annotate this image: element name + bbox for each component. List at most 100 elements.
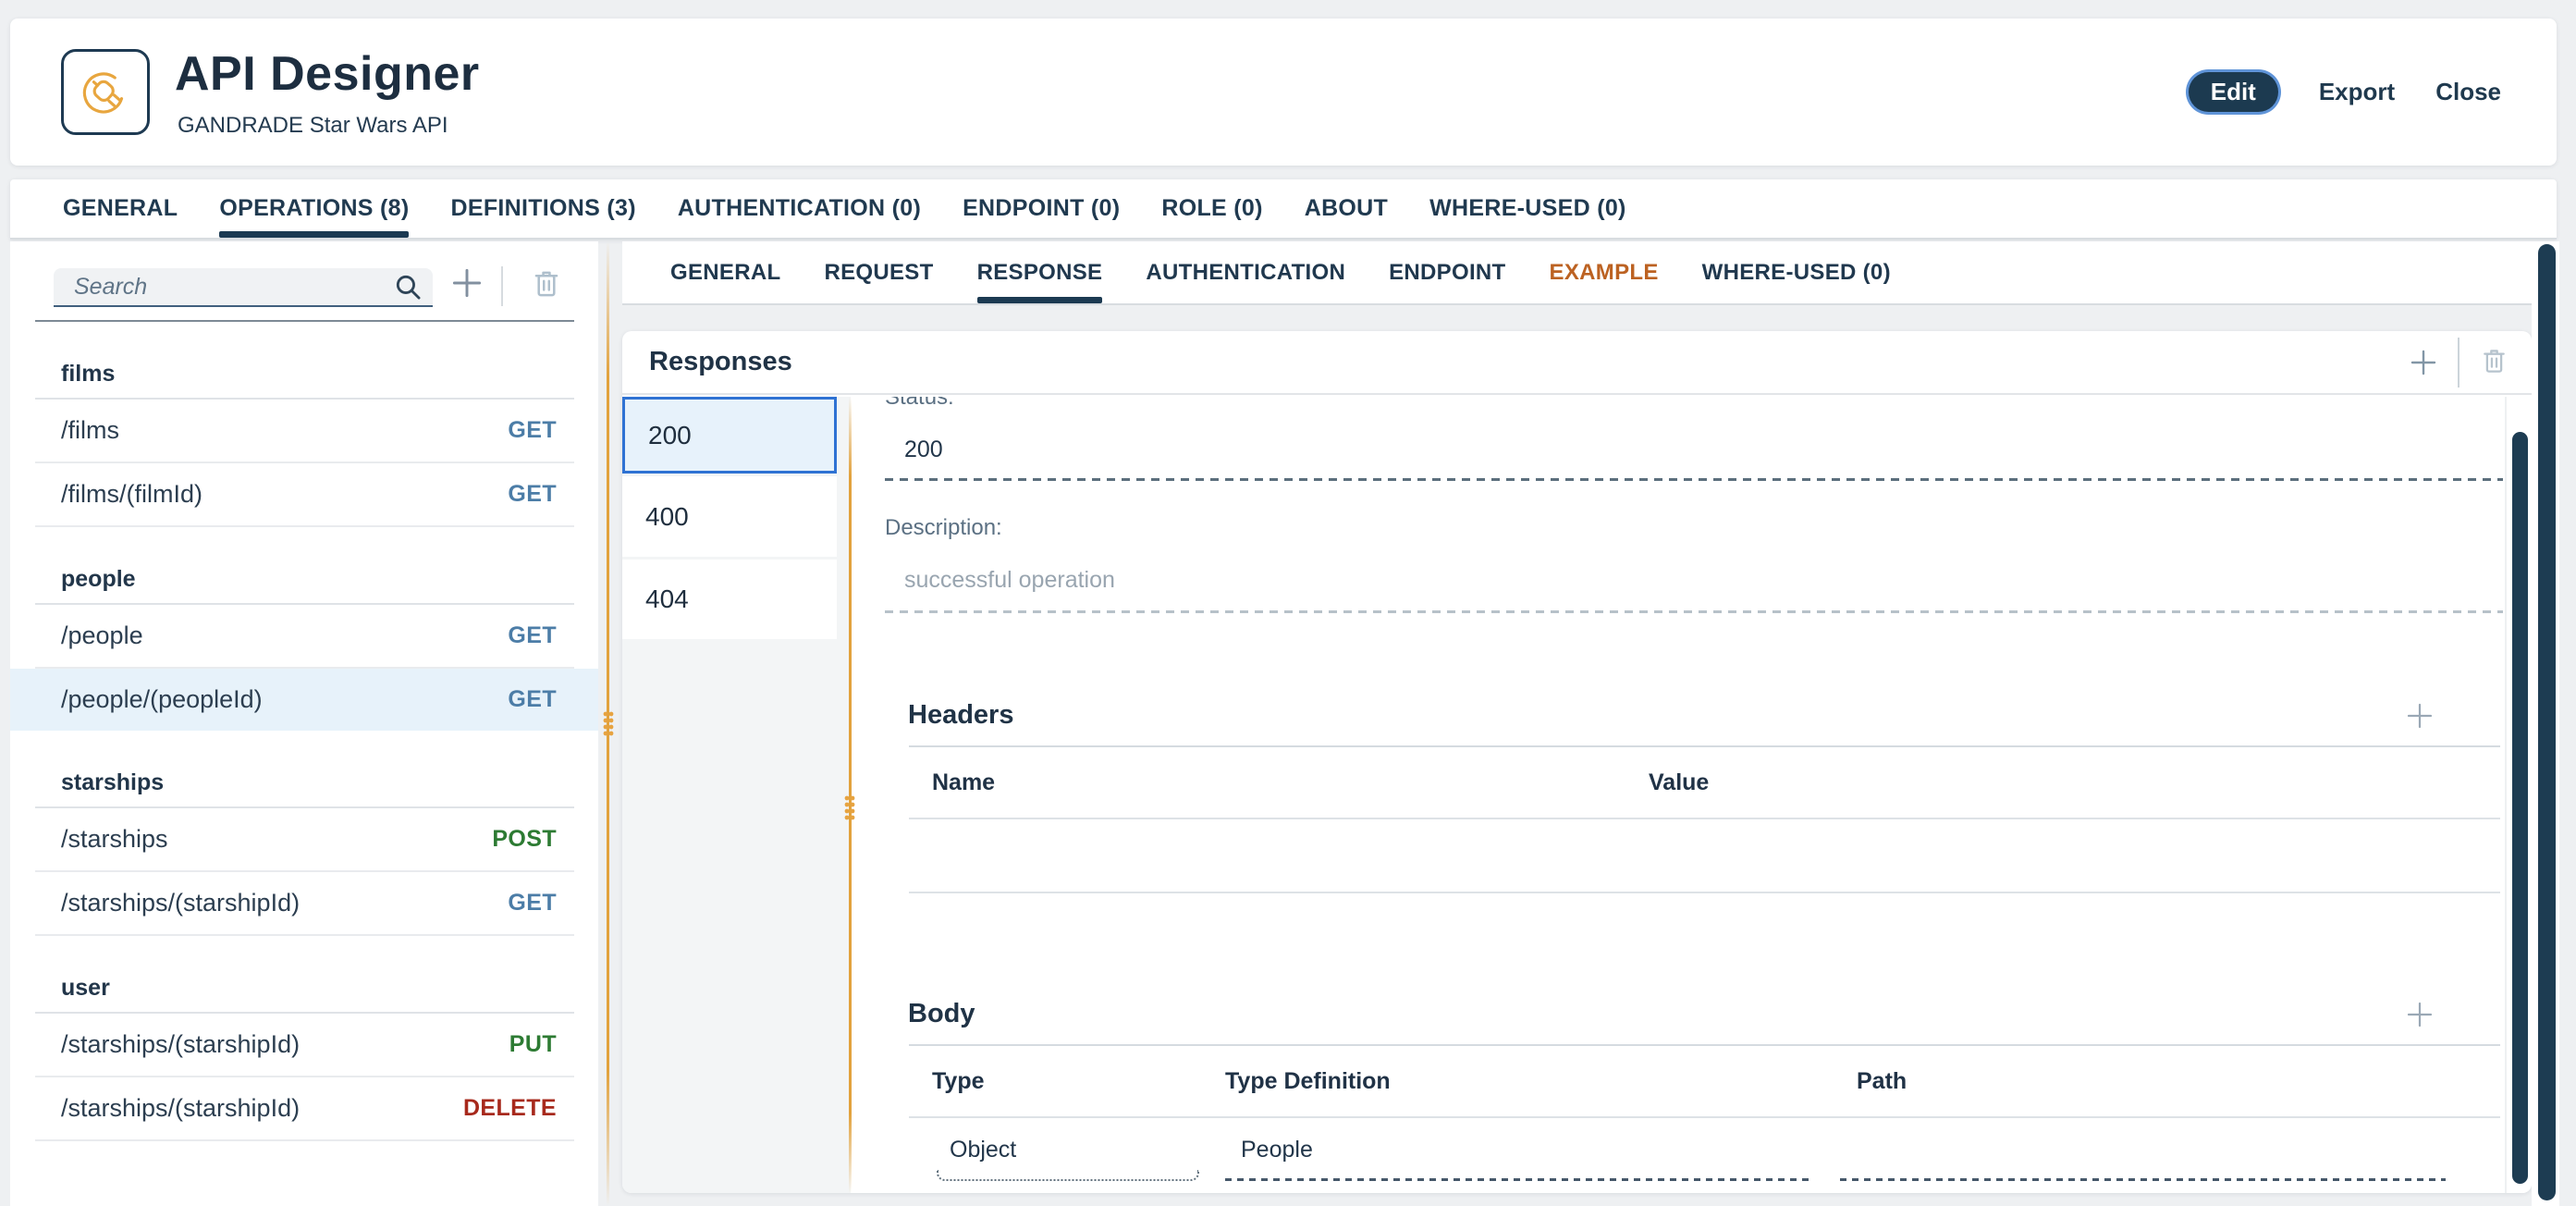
operation-item[interactable]: /starships/(starshipId) GET: [10, 872, 598, 934]
operations-sidebar: films /films GET /films/(filmId) GET peo…: [10, 241, 598, 1206]
add-header-button[interactable]: [2406, 702, 2434, 730]
description-field[interactable]: successful operation: [904, 566, 2503, 594]
body-table-row: Object People: [909, 1118, 2503, 1181]
type-definition-underline: [1225, 1178, 1814, 1181]
operation-item[interactable]: /people GET: [10, 605, 598, 667]
body-type-select[interactable]: Object: [909, 1137, 1225, 1170]
toolbar-divider: [501, 266, 503, 306]
delete-response-button[interactable]: [2480, 347, 2509, 377]
operation-item[interactable]: /starships POST: [10, 808, 598, 870]
plus-icon: [452, 268, 482, 298]
main-tabbar: GENERAL OPERATIONS (8) DEFINITIONS (3) A…: [10, 179, 2557, 240]
plus-icon: [2407, 703, 2433, 728]
optab-request[interactable]: REQUEST: [824, 241, 933, 303]
responses-panel-header: Responses: [622, 331, 2532, 395]
tab-where-used[interactable]: WHERE-USED (0): [1429, 179, 1626, 238]
body-path-field[interactable]: [1857, 1137, 2503, 1170]
status-label: Status:: [885, 397, 954, 410]
toolbar-underline: [35, 320, 574, 322]
status-card-400[interactable]: 400: [622, 476, 837, 557]
panel-toolbar-divider: [2458, 337, 2459, 388]
status-field-underline: [885, 478, 2503, 481]
method-badge: GET: [508, 890, 557, 916]
trash-icon: [2484, 350, 2505, 373]
optab-general[interactable]: GENERAL: [670, 241, 780, 303]
group-label: people: [61, 566, 136, 592]
grip-dots-icon: [603, 711, 614, 736]
search-field: [54, 268, 433, 307]
headers-table-head: Name Value: [909, 747, 2503, 818]
operation-group-starships: starships /starships POST /starships/(st…: [10, 769, 598, 936]
method-badge: GET: [508, 622, 557, 648]
close-button[interactable]: Close: [2435, 78, 2501, 106]
search-icon[interactable]: [394, 273, 423, 302]
app-header: API Designer GANDRADE Star Wars API Edit…: [10, 18, 2557, 166]
status-value-field[interactable]: 200: [904, 436, 2503, 463]
operation-item[interactable]: /starships/(starshipId) DELETE: [10, 1077, 598, 1139]
description-label: Description:: [885, 515, 1002, 540]
column-type-definition: Type Definition: [1225, 1067, 1391, 1094]
method-badge: GET: [508, 481, 557, 507]
method-badge: POST: [492, 826, 557, 852]
optab-where-used[interactable]: WHERE-USED (0): [1702, 241, 1891, 303]
delete-operation-button[interactable]: [528, 265, 565, 304]
edit-button[interactable]: Edit: [2188, 72, 2278, 112]
column-name: Name: [932, 769, 996, 795]
optab-endpoint[interactable]: ENDPOINT: [1389, 241, 1505, 303]
group-label: starships: [61, 769, 165, 795]
sidebar-toolbar: [10, 241, 598, 322]
tab-role[interactable]: ROLE (0): [1161, 179, 1262, 238]
trash-icon: [534, 271, 558, 297]
method-badge: PUT: [509, 1031, 557, 1057]
body-type-definition-field[interactable]: People: [1225, 1137, 1857, 1170]
page-title: API Designer: [175, 47, 480, 101]
tab-endpoint[interactable]: ENDPOINT (0): [963, 179, 1120, 238]
responses-panel: Responses 200 400 404 Status: 200 Descri…: [622, 331, 2532, 1193]
tab-operations[interactable]: OPERATIONS (8): [219, 179, 410, 238]
body-type-select-underline: [937, 1170, 1199, 1181]
add-response-button[interactable]: [2410, 349, 2437, 376]
add-operation-button[interactable]: [448, 262, 485, 304]
panel-scrollbar-track[interactable]: [2505, 397, 2532, 1193]
app-logo: [61, 49, 150, 135]
optab-example[interactable]: EXAMPLE: [1550, 241, 1659, 303]
tab-general[interactable]: GENERAL: [63, 179, 178, 238]
tab-definitions[interactable]: DEFINITIONS (3): [450, 179, 635, 238]
tab-authentication[interactable]: AUTHENTICATION (0): [678, 179, 921, 238]
operation-tabbar: GENERAL REQUEST RESPONSE AUTHENTICATION …: [622, 241, 2557, 305]
tab-about[interactable]: ABOUT: [1305, 179, 1388, 238]
status-card-404[interactable]: 404: [622, 560, 837, 639]
optab-authentication[interactable]: AUTHENTICATION: [1146, 241, 1345, 303]
method-badge: GET: [508, 417, 557, 443]
add-body-button[interactable]: [2406, 1001, 2434, 1028]
status-card-200[interactable]: 200: [622, 397, 837, 474]
sidebar-splitter-handle[interactable]: [602, 710, 615, 738]
response-detail: Status: 200 Description: successful oper…: [851, 397, 2503, 1193]
panel-scrollbar-thumb[interactable]: [2512, 432, 2528, 1184]
operation-group-people: people /people GET /people/(peopleId) GE…: [10, 566, 598, 731]
header-actions: Edit Export Close: [2188, 18, 2501, 166]
headers-section-title: Headers: [908, 700, 1014, 730]
column-type: Type: [932, 1067, 985, 1094]
optab-response[interactable]: RESPONSE: [976, 241, 1103, 303]
operation-group-user: user /starships/(starshipId) PUT /starsh…: [10, 975, 598, 1141]
operation-item[interactable]: /starships/(starshipId) PUT: [10, 1014, 598, 1076]
search-input[interactable]: [54, 268, 433, 305]
page-scrollbar-thumb[interactable]: [2538, 244, 2556, 1200]
body-section-title: Body: [908, 999, 975, 1028]
column-path: Path: [1857, 1067, 1907, 1094]
method-badge: GET: [508, 686, 557, 712]
plug-circle-icon: [82, 71, 124, 114]
operation-item[interactable]: /films/(filmId) GET: [10, 463, 598, 525]
description-field-underline: [885, 610, 2503, 613]
operation-item[interactable]: /films GET: [10, 400, 598, 461]
operation-group-films: films /films GET /films/(filmId) GET: [10, 361, 598, 527]
operation-item-selected[interactable]: /people/(peopleId) GET: [10, 669, 598, 731]
group-label: user: [61, 975, 110, 1001]
column-value: Value: [1649, 769, 1710, 795]
body-table-head: Type Type Definition Path: [909, 1046, 2503, 1116]
plus-icon: [2407, 1002, 2433, 1027]
export-button[interactable]: Export: [2319, 78, 2395, 106]
status-code-list: 200 400 404: [622, 397, 851, 1193]
plus-icon: [2410, 350, 2436, 375]
